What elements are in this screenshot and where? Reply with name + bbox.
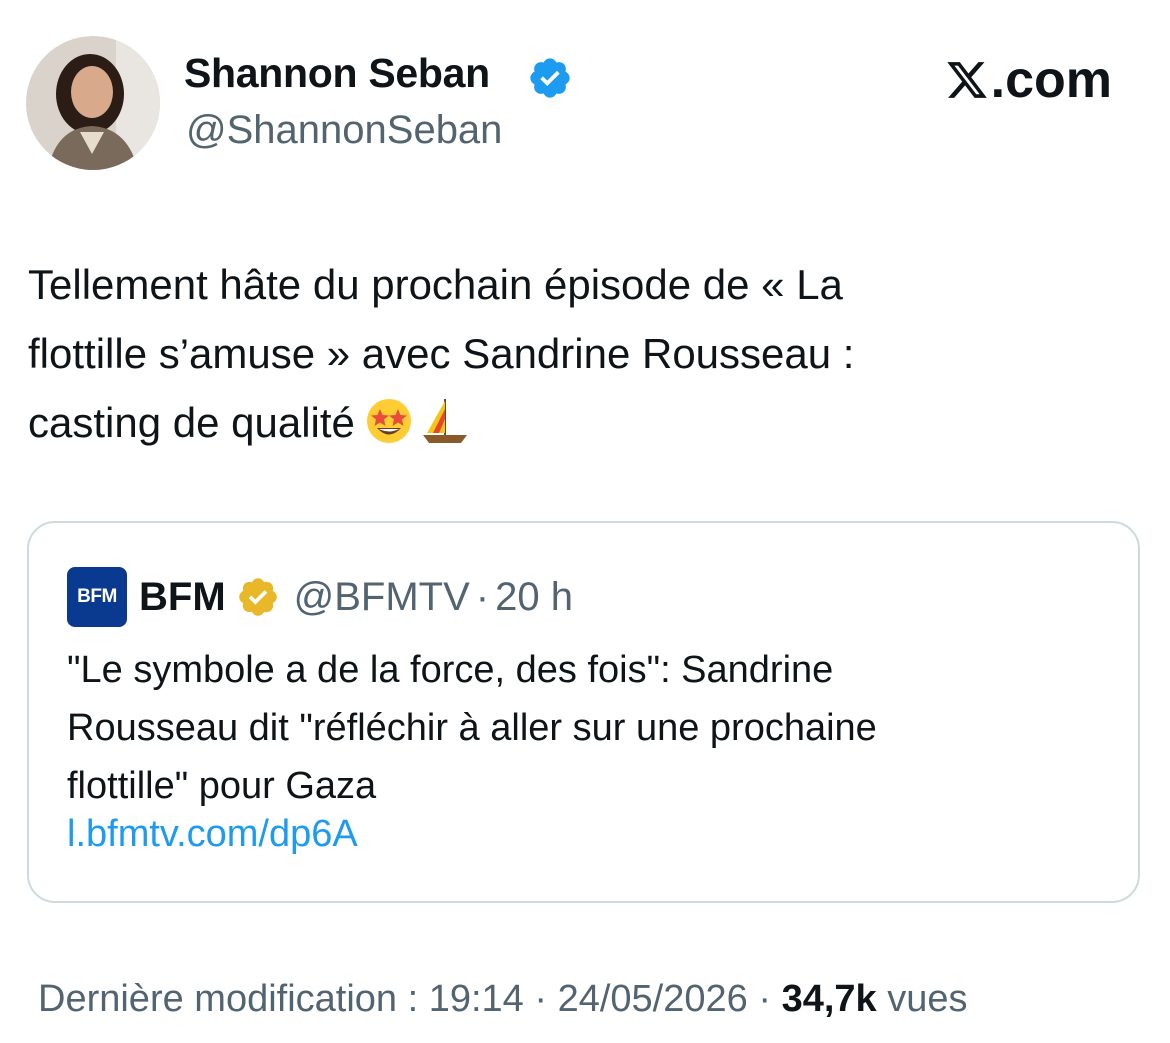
tweet-emojis <box>365 395 477 447</box>
quoted-author-handle[interactable]: @BFMTV <box>294 575 470 620</box>
star-struck-emoji-icon <box>366 399 411 443</box>
quoted-author-name[interactable]: BFM <box>139 575 226 620</box>
edited-timestamp[interactable]: Dernière modification : 19:14 · 24/05/20… <box>38 978 748 1020</box>
sailboat-emoji-icon <box>422 399 467 443</box>
site-brand: .com <box>945 50 1112 110</box>
quoted-tweet-time[interactable]: 20 h <box>495 575 573 620</box>
views-count: 34,7k <box>781 978 877 1020</box>
quoted-tweet-text: "Le symbole a de la force, des fois": Sa… <box>67 649 877 807</box>
header-separator: · <box>475 574 490 619</box>
x-logo-icon <box>946 62 987 98</box>
site-brand-text: .com <box>990 51 1112 109</box>
views-label: vues <box>876 978 968 1020</box>
quoted-tweet-link[interactable]: l.bfmtv.com/dp6A <box>67 813 358 856</box>
author-handle[interactable]: @ShannonSeban <box>186 108 502 153</box>
footer-separator: · <box>747 978 782 1020</box>
tweet-footer: Dernière modification : 19:14 · 24/05/20… <box>38 978 967 1021</box>
author-display-name[interactable]: Shannon Seban <box>184 50 490 97</box>
bfm-logo[interactable]: BFM <box>67 567 127 627</box>
verified-badge-icon <box>530 58 570 98</box>
gold-verified-badge-icon <box>238 578 277 616</box>
tweet-text: Tellement hâte du prochain épisode de « … <box>28 250 1128 457</box>
avatar[interactable] <box>26 36 160 170</box>
quoted-tweet-header: BFM BFM @BFMTV · 20 h <box>67 567 573 627</box>
quoted-tweet-card[interactable]: BFM BFM @BFMTV · 20 h "Le symbole a de l… <box>27 521 1140 903</box>
